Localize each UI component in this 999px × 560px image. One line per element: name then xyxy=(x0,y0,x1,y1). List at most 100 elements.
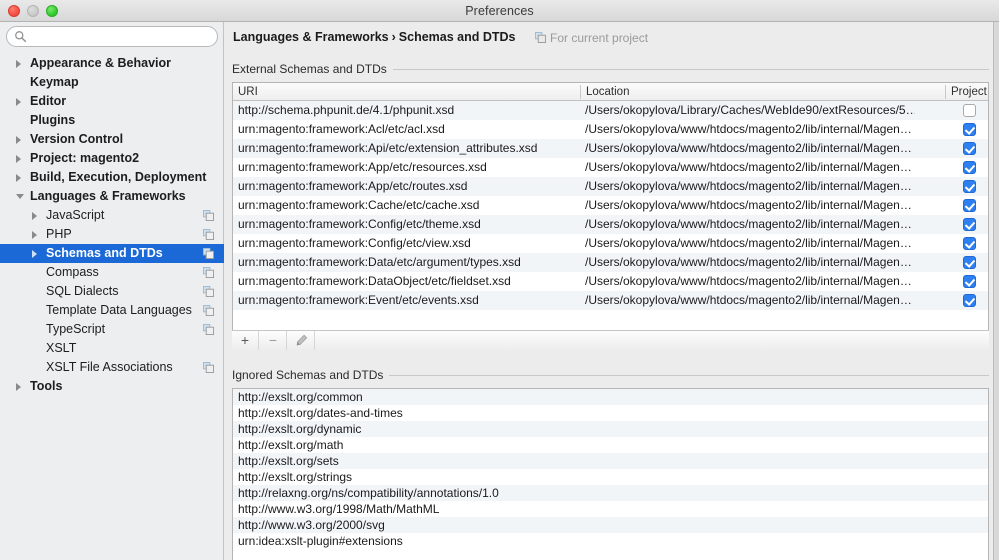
cell-project[interactable] xyxy=(949,101,989,120)
chevron-right-icon[interactable] xyxy=(16,155,21,163)
cell-location: /Users/okopylova/www/htdocs/magento2/lib… xyxy=(585,234,915,253)
table-row[interactable]: urn:magento:framework:Data/etc/argument/… xyxy=(233,253,988,272)
scope-note: For current project xyxy=(535,31,648,45)
list-item[interactable]: http://exslt.org/math xyxy=(233,437,988,453)
sidebar-item-editor[interactable]: Editor xyxy=(0,92,224,111)
table-row[interactable]: urn:magento:framework:Config/etc/theme.x… xyxy=(233,215,988,234)
cell-project[interactable] xyxy=(949,196,989,215)
table-row[interactable]: urn:magento:framework:App/etc/routes.xsd… xyxy=(233,177,988,196)
cell-project[interactable] xyxy=(949,272,989,291)
sidebar-item-xslt-file-associations[interactable]: XSLT File Associations xyxy=(0,358,224,377)
sidebar-item-version-control[interactable]: Version Control xyxy=(0,130,224,149)
table-row[interactable]: urn:magento:framework:Acl/etc/acl.xsd/Us… xyxy=(233,120,988,139)
cell-uri: urn:magento:framework:Cache/etc/cache.xs… xyxy=(238,196,578,215)
table-row[interactable]: urn:magento:framework:DataObject/etc/fie… xyxy=(233,272,988,291)
table-row[interactable]: urn:magento:framework:Api/etc/extension_… xyxy=(233,139,988,158)
list-item[interactable]: http://www.w3.org/2000/svg xyxy=(233,517,988,533)
project-checkbox[interactable] xyxy=(963,294,976,307)
cell-project[interactable] xyxy=(949,253,989,272)
project-checkbox[interactable] xyxy=(963,218,976,231)
external-section-rule xyxy=(375,69,989,70)
project-checkbox[interactable] xyxy=(963,237,976,250)
sidebar-item-plugins[interactable]: Plugins xyxy=(0,111,224,130)
cell-project[interactable] xyxy=(949,215,989,234)
table-row[interactable]: urn:magento:framework:Config/etc/view.xs… xyxy=(233,234,988,253)
project-checkbox[interactable] xyxy=(963,256,976,269)
project-checkbox[interactable] xyxy=(963,275,976,288)
sidebar-item-label: XSLT xyxy=(46,339,76,358)
cell-project[interactable] xyxy=(949,120,989,139)
chevron-right-icon[interactable] xyxy=(16,174,21,182)
project-scope-icon xyxy=(203,248,214,259)
table-row[interactable]: urn:magento:framework:Cache/etc/cache.xs… xyxy=(233,196,988,215)
add-schema-button[interactable]: + xyxy=(232,331,259,350)
project-checkbox[interactable] xyxy=(963,123,976,136)
sidebar-item-appearance-behavior[interactable]: Appearance & Behavior xyxy=(0,54,224,73)
cell-uri: urn:magento:framework:Config/etc/view.xs… xyxy=(238,234,578,253)
table-row[interactable]: urn:magento:framework:App/etc/resources.… xyxy=(233,158,988,177)
sidebar-item-label: Schemas and DTDs xyxy=(46,244,163,263)
ignored-schemas-list[interactable]: http://exslt.org/commonhttp://exslt.org/… xyxy=(232,388,989,560)
chevron-right-icon[interactable] xyxy=(32,250,37,258)
cell-location: /Users/okopylova/Library/Caches/WebIde90… xyxy=(585,101,915,120)
column-header-location[interactable]: Location xyxy=(581,83,629,101)
project-checkbox[interactable] xyxy=(963,180,976,193)
sidebar-item-label: JavaScript xyxy=(46,206,104,225)
chevron-right-icon[interactable] xyxy=(32,231,37,239)
sidebar-item-template-data-languages[interactable]: Template Data Languages xyxy=(0,301,224,320)
table-row[interactable]: http://schema.phpunit.de/4.1/phpunit.xsd… xyxy=(233,101,988,120)
list-item[interactable]: http://exslt.org/common xyxy=(233,389,988,405)
column-header-uri[interactable]: URI xyxy=(233,83,258,101)
sidebar-item-schemas-and-dtds[interactable]: Schemas and DTDs xyxy=(0,244,224,263)
column-header-project[interactable]: Project xyxy=(946,83,987,101)
project-scope-icon xyxy=(203,229,214,240)
sidebar-item-keymap[interactable]: Keymap xyxy=(0,73,224,92)
cell-project[interactable] xyxy=(949,177,989,196)
chevron-right-icon[interactable] xyxy=(16,60,21,68)
cell-location: /Users/okopylova/www/htdocs/magento2/lib… xyxy=(585,253,915,272)
sidebar-item-typescript[interactable]: TypeScript xyxy=(0,320,224,339)
sidebar-item-build-execution-deployment[interactable]: Build, Execution, Deployment xyxy=(0,168,224,187)
breadcrumb-current: Schemas and DTDs xyxy=(399,30,516,44)
remove-schema-button[interactable]: − xyxy=(260,331,287,350)
breadcrumb-parent[interactable]: Languages & Frameworks xyxy=(233,30,389,44)
chevron-right-icon[interactable] xyxy=(16,383,21,391)
list-item[interactable]: http://exslt.org/dates-and-times xyxy=(233,405,988,421)
sidebar-item-sql-dialects[interactable]: SQL Dialects xyxy=(0,282,224,301)
sidebar-item-languages-frameworks[interactable]: Languages & Frameworks xyxy=(0,187,224,206)
sidebar-item-label: Project: magento2 xyxy=(30,149,139,168)
sidebar-item-label: Tools xyxy=(30,377,62,396)
cell-project[interactable] xyxy=(949,234,989,253)
edit-schema-button[interactable] xyxy=(288,331,315,350)
chevron-right-icon[interactable] xyxy=(32,212,37,220)
list-item[interactable]: http://exslt.org/sets xyxy=(233,453,988,469)
ignored-list-body: http://exslt.org/commonhttp://exslt.org/… xyxy=(233,389,988,549)
project-checkbox[interactable] xyxy=(963,161,976,174)
external-schemas-table[interactable]: URI Location Project http://schema.phpun… xyxy=(232,82,989,350)
list-item[interactable]: urn:idea:xslt-plugin#extensions xyxy=(233,533,988,549)
project-checkbox[interactable] xyxy=(963,199,976,212)
list-item[interactable]: http://exslt.org/strings xyxy=(233,469,988,485)
cell-project[interactable] xyxy=(949,139,989,158)
cell-project[interactable] xyxy=(949,291,989,310)
ignored-section-title: Ignored Schemas and DTDs xyxy=(232,368,389,382)
list-item[interactable]: http://www.w3.org/1998/Math/MathML xyxy=(233,501,988,517)
chevron-right-icon[interactable] xyxy=(16,98,21,106)
chevron-right-icon[interactable] xyxy=(16,136,21,144)
table-row[interactable]: urn:magento:framework:Event/etc/events.x… xyxy=(233,291,988,310)
sidebar-item-compass[interactable]: Compass xyxy=(0,263,224,282)
sidebar-item-javascript[interactable]: JavaScript xyxy=(0,206,224,225)
list-item[interactable]: http://relaxng.org/ns/compatibility/anno… xyxy=(233,485,988,501)
cell-location: /Users/okopylova/www/htdocs/magento2/lib… xyxy=(585,272,915,291)
project-checkbox[interactable] xyxy=(963,142,976,155)
project-checkbox[interactable] xyxy=(963,104,976,117)
list-item[interactable]: http://exslt.org/dynamic xyxy=(233,421,988,437)
sidebar-item-label: Keymap xyxy=(30,73,79,92)
sidebar-item-tools[interactable]: Tools xyxy=(0,377,224,396)
sidebar-item-php[interactable]: PHP xyxy=(0,225,224,244)
sidebar-item-project-magento2[interactable]: Project: magento2 xyxy=(0,149,224,168)
chevron-down-icon[interactable] xyxy=(16,194,24,203)
sidebar-item-xslt[interactable]: XSLT xyxy=(0,339,224,358)
cell-project[interactable] xyxy=(949,158,989,177)
search-input[interactable] xyxy=(6,26,218,47)
